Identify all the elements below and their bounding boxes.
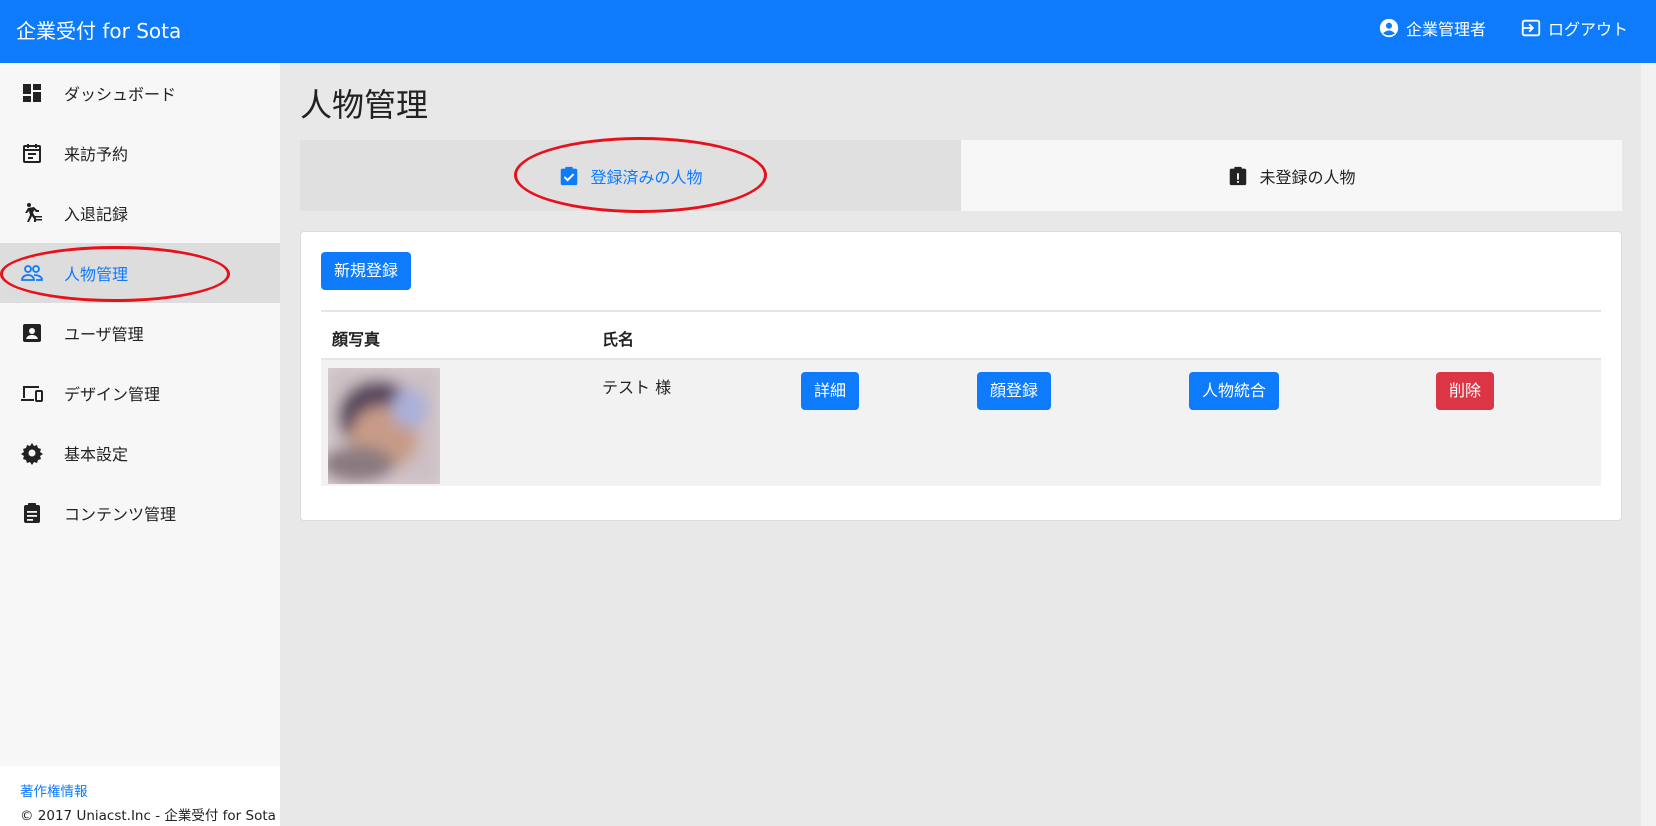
column-header-name: 氏名 <box>602 330 635 349</box>
new-registration-button[interactable]: 新規登録 <box>321 252 411 290</box>
sidebar-item-label: ダッシュボード <box>64 85 177 104</box>
scrollbar-track[interactable] <box>1641 63 1656 826</box>
detail-button[interactable]: 詳細 <box>801 372 859 410</box>
tab-label: 未登録の人物 <box>1259 167 1356 187</box>
person-name: テスト 様 <box>602 378 672 397</box>
person-tabs: 登録済みの人物 未登録の人物 <box>300 140 1622 211</box>
calendar-icon <box>23 144 41 163</box>
user-badge-icon <box>23 324 41 342</box>
user-role-label: 企業管理者 <box>1405 19 1486 39</box>
gear-icon <box>21 443 43 465</box>
sidebar-footer: 著作権情報 © 2017 Uniacst.Inc - 企業受付 for Sota <box>0 766 280 826</box>
clipboard-icon <box>24 503 40 523</box>
tab-label: 登録済みの人物 <box>590 167 703 187</box>
sidebar-item-user-management[interactable]: ユーザ管理 <box>0 303 280 363</box>
sidebar-item-basic-settings[interactable]: 基本設定 <box>0 423 280 483</box>
table-row: テスト 様 詳細 顔登録 人物統合 削除 <box>321 360 1601 486</box>
sidebar-item-entry-log[interactable]: 入退記録 <box>0 183 280 243</box>
dashboard-icon <box>23 84 41 102</box>
people-icon <box>21 265 43 281</box>
devices-icon <box>21 386 43 402</box>
logout-button[interactable]: ログアウト <box>1520 16 1628 40</box>
sidebar-item-label: 人物管理 <box>64 265 129 284</box>
sidebar-item-label: 来訪予約 <box>64 145 129 164</box>
sidebar-item-label: 入退記録 <box>64 205 129 224</box>
logout-label: ログアウト <box>1547 19 1628 39</box>
clipboard-check-icon <box>561 166 578 185</box>
tab-registered-persons[interactable]: 登録済みの人物 <box>300 140 961 211</box>
sidebar-item-content-management[interactable]: コンテンツ管理 <box>0 483 280 543</box>
walking-person-icon <box>25 203 42 222</box>
copyright-text: © 2017 Uniacst.Inc - 企業受付 for Sota <box>20 808 276 824</box>
logout-icon <box>1521 19 1541 36</box>
user-menu[interactable]: 企業管理者 <box>1378 16 1486 40</box>
copyright-link[interactable]: 著作権情報 <box>20 780 280 800</box>
app-brand[interactable]: 企業受付 for Sota <box>16 0 181 63</box>
person-list-card: 新規登録 顔写真 氏名 テスト 様 詳細 顔登録 人物統合 削除 <box>300 231 1622 521</box>
column-header-photo: 顔写真 <box>332 330 381 349</box>
delete-button[interactable]: 削除 <box>1436 372 1494 410</box>
tab-unregistered-persons[interactable]: 未登録の人物 <box>961 140 1622 211</box>
sidebar-item-person-management[interactable]: 人物管理 <box>0 243 280 303</box>
table-header: 顔写真 氏名 <box>321 310 1601 360</box>
person-merge-button[interactable]: 人物統合 <box>1189 372 1279 410</box>
sidebar-item-label: コンテンツ管理 <box>64 505 177 524</box>
sidebar-item-label: ユーザ管理 <box>64 325 144 344</box>
clipboard-alert-icon <box>1230 166 1247 185</box>
sidebar: ダッシュボード 来訪予約 入退記録 人物管理 ユーザ管理 デザイン管理 基本設定… <box>0 63 280 826</box>
face-registration-button[interactable]: 顔登録 <box>977 372 1051 410</box>
header-actions: 企業管理者 ログアウト <box>1378 0 1628 55</box>
sidebar-item-visit-reservation[interactable]: 来訪予約 <box>0 123 280 183</box>
page-title: 人物管理 <box>300 86 429 124</box>
sidebar-item-label: 基本設定 <box>64 445 129 464</box>
sidebar-item-design-management[interactable]: デザイン管理 <box>0 363 280 423</box>
face-photo <box>328 368 440 484</box>
sidebar-item-dashboard[interactable]: ダッシュボード <box>0 63 280 123</box>
top-navbar: 企業受付 for Sota 企業管理者 ログアウト <box>0 0 1656 63</box>
sidebar-item-label: デザイン管理 <box>64 385 161 404</box>
account-circle-icon <box>1379 18 1399 37</box>
